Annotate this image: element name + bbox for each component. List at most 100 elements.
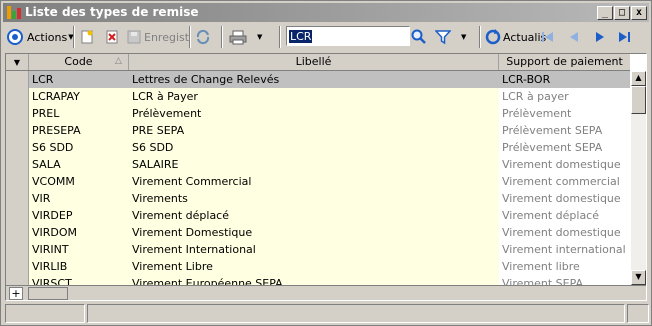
cell-libelle: Lettres de Change Relevés	[129, 71, 499, 88]
cell-code: SALA	[29, 156, 129, 173]
printer-icon	[229, 30, 247, 45]
new-button[interactable]	[79, 27, 95, 47]
cell-code: PREL	[29, 105, 129, 122]
scroll-thumb[interactable]	[631, 86, 646, 114]
search-button[interactable]	[411, 27, 427, 47]
row-header[interactable]	[6, 139, 29, 156]
chevron-down-icon: ▼	[461, 33, 467, 41]
footer-tab[interactable]	[28, 287, 68, 300]
status-panel-1	[5, 304, 85, 323]
column-header-support-label: Support de paiement	[506, 55, 623, 68]
row-header[interactable]	[6, 224, 29, 241]
cell-code: PRESEPA	[29, 122, 129, 139]
table-row[interactable]: PREL Prélèvement Prélèvement	[6, 105, 630, 122]
cell-support: Virement déplacé	[499, 207, 630, 224]
cell-support: Virement SEPA	[499, 275, 630, 285]
table-row[interactable]: S6 SDD S6 SDD Prélèvement SEPA	[6, 139, 630, 156]
vertical-scrollbar[interactable]: ▲ ▼	[631, 71, 646, 285]
sync-button[interactable]	[195, 27, 211, 47]
scroll-up-button[interactable]: ▲	[631, 71, 646, 86]
cell-support: Virement international	[499, 241, 630, 258]
cell-support: LCR à payer	[499, 88, 630, 105]
cell-code: S6 SDD	[29, 139, 129, 156]
delete-button[interactable]	[104, 27, 120, 47]
next-page-icon	[596, 32, 604, 42]
cell-code: LCR	[29, 71, 129, 88]
table-row[interactable]: VIRDOM Virement Domestique Virement domest…	[6, 224, 630, 241]
column-header-support[interactable]: Support de paiement	[499, 54, 630, 70]
table-row[interactable]: VIRSCT Virement Européenne SEPA Virement S…	[6, 275, 630, 285]
table-row[interactable]: VIRLIB Virement Libre Virement libre	[6, 258, 630, 275]
resize-grip[interactable]	[627, 304, 649, 323]
next-page-button[interactable]	[593, 27, 607, 47]
row-menu-button[interactable]: ▼	[6, 54, 29, 70]
cell-libelle: S6 SDD	[129, 139, 499, 156]
first-page-button[interactable]	[541, 27, 555, 47]
row-header[interactable]	[6, 88, 29, 105]
cell-libelle: SALAIRE	[129, 156, 499, 173]
cell-code: VIRINT	[29, 241, 129, 258]
table-row[interactable]: VIRINT Virement International Virement int…	[6, 241, 630, 258]
previous-page-icon	[570, 32, 578, 42]
table-row[interactable]: SALA SALAIRE Virement domestique	[6, 156, 630, 173]
table-row[interactable]: PRESEPA PRE SEPA Prélèvement SEPA	[6, 122, 630, 139]
cell-support: Virement domestique	[499, 190, 630, 207]
maximize-button[interactable]: □	[614, 6, 630, 20]
table-row[interactable]: VCOMM Virement Commercial Virement commerc…	[6, 173, 630, 190]
app-icon	[7, 6, 21, 19]
actions-icon	[7, 29, 23, 45]
row-header[interactable]	[6, 156, 29, 173]
column-header-libelle[interactable]: Libellé	[129, 54, 499, 70]
search-icon	[411, 29, 426, 44]
cell-libelle: Virement Domestique	[129, 224, 499, 241]
row-header[interactable]	[6, 190, 29, 207]
last-page-icon	[619, 32, 630, 42]
table-row[interactable]: LCR Lettres de Change Relevés LCR-BOR	[6, 71, 630, 88]
filter-button[interactable]: ▼	[435, 27, 466, 47]
cell-code: LCRAPAY	[29, 88, 129, 105]
sort-ascending-icon: △	[115, 56, 122, 66]
row-header[interactable]	[6, 71, 29, 88]
table-row[interactable]: VIR Virements Virement domestique	[6, 190, 630, 207]
grid-rows: LCR Lettres de Change Relevés LCR-BOR LCRAP…	[6, 71, 630, 285]
actions-button[interactable]: Actions ▼	[7, 27, 74, 47]
row-header[interactable]	[6, 275, 29, 285]
title-bar[interactable]: Liste des types de remise _ □ x	[3, 3, 649, 22]
table-row[interactable]: LCRAPAY LCR à Payer LCR à payer	[6, 88, 630, 105]
save-button[interactable]: Enregist	[126, 27, 189, 47]
actions-label: Actions	[27, 30, 68, 44]
cell-code: VCOMM	[29, 173, 129, 190]
row-header[interactable]	[6, 258, 29, 275]
cell-libelle: Virement Commercial	[129, 173, 499, 190]
cell-support: Virement libre	[499, 258, 630, 275]
minimize-button[interactable]: _	[597, 6, 613, 20]
column-header-code[interactable]: Code △	[29, 54, 129, 70]
row-header[interactable]	[6, 122, 29, 139]
print-button[interactable]: ▼	[229, 27, 262, 47]
cell-support: Virement domestique	[499, 156, 630, 173]
column-header-code-label: Code	[64, 55, 93, 68]
window: Liste des types de remise _ □ x Actions …	[0, 0, 652, 326]
cell-libelle: Virement déplacé	[129, 207, 499, 224]
sync-icon	[196, 29, 210, 45]
cell-support: Prélèvement SEPA	[499, 122, 630, 139]
row-header[interactable]	[6, 173, 29, 190]
close-button[interactable]: x	[631, 6, 647, 20]
add-row-button[interactable]: +	[9, 287, 23, 300]
refresh-button[interactable]: Actualis	[485, 27, 546, 47]
cell-libelle: PRE SEPA	[129, 122, 499, 139]
row-header[interactable]	[6, 241, 29, 258]
row-header[interactable]	[6, 105, 29, 122]
previous-page-button[interactable]	[567, 27, 581, 47]
table-row[interactable]: VIRDEP Virement déplacé Virement déplacé	[6, 207, 630, 224]
cell-libelle: Virements	[129, 190, 499, 207]
chevron-down-icon: ▼	[257, 33, 263, 41]
row-header[interactable]	[6, 207, 29, 224]
grid-header: ▼ Code △ Libellé Support de paiement	[6, 54, 630, 71]
last-page-button[interactable]	[617, 27, 631, 47]
grid-footer: +	[6, 285, 646, 300]
cell-libelle: LCR à Payer	[129, 88, 499, 105]
cell-libelle: Virement International	[129, 241, 499, 258]
scroll-down-button[interactable]: ▼	[631, 270, 646, 285]
search-input[interactable]: LCR	[286, 26, 410, 46]
